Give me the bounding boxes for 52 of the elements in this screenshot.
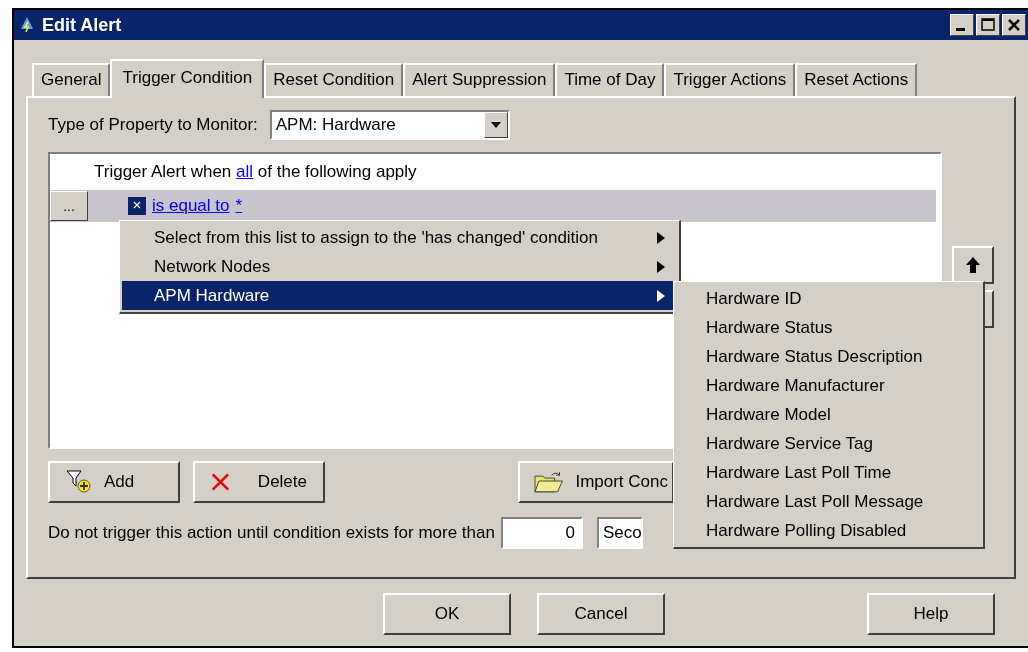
- all-link[interactable]: all: [236, 162, 254, 181]
- button-label: Import Conc: [575, 472, 668, 492]
- menu-item[interactable]: Hardware Last Poll Time: [674, 458, 983, 487]
- tab[interactable]: Reset Actions: [795, 63, 918, 96]
- tab[interactable]: Trigger Condition: [110, 59, 265, 98]
- menu-item[interactable]: Hardware Manufacturer: [674, 371, 983, 400]
- up-arrow-icon: [966, 257, 980, 273]
- menu-item[interactable]: Hardware Status: [674, 313, 983, 342]
- button-label: Add: [104, 472, 135, 492]
- submenu-arrow-icon: [657, 260, 665, 273]
- value-link[interactable]: *: [235, 196, 243, 216]
- filter-add-icon: [66, 470, 92, 494]
- delay-input[interactable]: 0: [500, 517, 583, 549]
- tab[interactable]: Time of Day: [555, 63, 665, 96]
- submenu-arrow-icon: [657, 231, 665, 244]
- tab[interactable]: Alert Suppression: [403, 63, 556, 96]
- unit-dropdown[interactable]: Seco: [596, 517, 643, 549]
- tab[interactable]: General: [32, 63, 111, 96]
- tab[interactable]: Reset Condition: [264, 63, 404, 96]
- app-icon: [20, 17, 34, 33]
- add-button[interactable]: Add: [48, 461, 180, 503]
- dialog-button[interactable]: Cancel: [537, 593, 665, 635]
- menu-item[interactable]: Hardware Status Description: [674, 342, 983, 371]
- delete-button[interactable]: Delete: [193, 461, 325, 503]
- menu-item[interactable]: Hardware Last Poll Message: [674, 487, 983, 516]
- tab[interactable]: Trigger Actions: [664, 63, 796, 96]
- menu-item[interactable]: Network Nodes: [122, 252, 677, 281]
- more-button[interactable]: ...: [50, 191, 88, 221]
- delete-icon: [211, 471, 230, 493]
- close-icon[interactable]: [1002, 14, 1026, 36]
- field-label: Type of Property to Monitor:: [48, 115, 258, 135]
- condition-header: Trigger Alert when all of the following apply: [93, 162, 418, 183]
- dialog-button[interactable]: Help: [867, 593, 995, 635]
- maximize-icon[interactable]: [976, 14, 1000, 36]
- submenu-arrow-icon: [657, 289, 665, 302]
- button-label: Delete: [257, 472, 307, 492]
- operator-link[interactable]: is equal to: [152, 196, 230, 216]
- menu-item[interactable]: Hardware Service Tag: [674, 429, 983, 458]
- menu-item[interactable]: Hardware Polling Disabled: [674, 516, 983, 545]
- menu-item[interactable]: Hardware ID: [674, 284, 983, 313]
- delay-label: Do not trigger this action until condition exists for more than: [48, 523, 495, 543]
- move-up-button[interactable]: [952, 246, 994, 284]
- menu-item[interactable]: Select from this list to assign to the 'has changed' condition: [122, 223, 677, 252]
- remove-icon[interactable]: [128, 197, 146, 215]
- window-title: Edit Alert: [42, 14, 122, 36]
- dropdown-arrow-icon: [490, 122, 501, 128]
- property-dropdown[interactable]: APM: Hardware: [269, 110, 510, 140]
- minimize-icon[interactable]: [950, 14, 974, 36]
- dialog-button[interactable]: OK: [383, 593, 511, 635]
- menu-item[interactable]: Hardware Model: [674, 400, 983, 429]
- folder-icon: [534, 470, 564, 494]
- import-button[interactable]: Import Conc: [518, 461, 674, 503]
